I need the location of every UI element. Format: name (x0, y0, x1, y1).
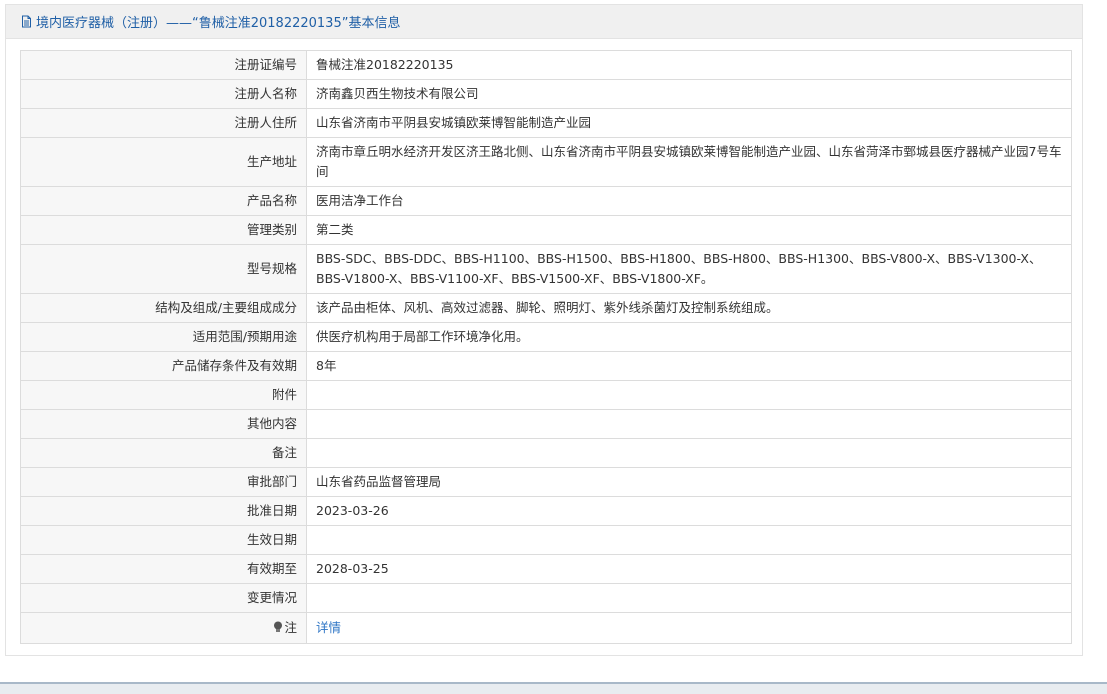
row-value: 医用洁净工作台 (306, 186, 1072, 216)
row-value (306, 438, 1072, 468)
row-value: 济南鑫贝西生物技术有限公司 (306, 79, 1072, 109)
row-value: 2028-03-25 (306, 554, 1072, 584)
table-row: 型号规格 BBS-SDC、BBS-DDC、BBS-H1100、BBS-H1500、… (20, 244, 1072, 294)
table-row: 注册证编号 鲁械注准20182220135 (20, 50, 1072, 80)
table-row: 附件 (20, 380, 1072, 410)
table-row: 注册人住所 山东省济南市平阴县安城镇欧莱博智能制造产业园 (20, 108, 1072, 138)
row-label: 注册人住所 (20, 108, 307, 138)
details-link[interactable]: 详情 (316, 620, 341, 635)
row-label: 生效日期 (20, 525, 307, 555)
row-label: 注册证编号 (20, 50, 307, 80)
table-row: 适用范围/预期用途 供医疗机构用于局部工作环境净化用。 (20, 322, 1072, 352)
row-label: 管理类别 (20, 215, 307, 245)
table-row: 变更情况 (20, 583, 1072, 613)
row-value: BBS-SDC、BBS-DDC、BBS-H1100、BBS-H1500、BBS-… (306, 244, 1072, 294)
note-row: 注 详情 (20, 612, 1072, 644)
row-label: 变更情况 (20, 583, 307, 613)
row-label: 产品储存条件及有效期 (20, 351, 307, 381)
note-value-cell: 详情 (306, 612, 1072, 644)
detail-table: 注册证编号 鲁械注准20182220135 注册人名称 济南鑫贝西生物技术有限公司 注册… (20, 50, 1072, 644)
row-value: 鲁械注准20182220135 (306, 50, 1072, 80)
row-value (306, 583, 1072, 613)
row-value: 供医疗机构用于局部工作环境净化用。 (306, 322, 1072, 352)
row-label: 适用范围/预期用途 (20, 322, 307, 352)
row-label: 备注 (20, 438, 307, 468)
row-label: 审批部门 (20, 467, 307, 497)
row-value: 山东省济南市平阴县安城镇欧莱博智能制造产业园 (306, 108, 1072, 138)
table-row: 生产地址 济南市章丘明水经济开发区济王路北侧、山东省济南市平阴县安城镇欧莱博智能制… (20, 137, 1072, 187)
row-value: 第二类 (306, 215, 1072, 245)
row-label: 生产地址 (20, 137, 307, 187)
detail-table-wrap: 注册证编号 鲁械注准20182220135 注册人名称 济南鑫贝西生物技术有限公司 注册… (20, 50, 1072, 644)
table-row: 备注 (20, 438, 1072, 468)
row-value: 济南市章丘明水经济开发区济王路北侧、山东省济南市平阴县安城镇欧莱博智能制造产业园… (306, 137, 1072, 187)
table-row: 注册人名称 济南鑫贝西生物技术有限公司 (20, 79, 1072, 109)
page-title: 境内医疗器械（注册）——“鲁械注准20182220135”基本信息 (36, 16, 401, 31)
document-icon (20, 15, 33, 28)
row-label: 结构及组成/主要组成成分 (20, 293, 307, 323)
table-row: 产品名称 医用洁净工作台 (20, 186, 1072, 216)
bulb-icon (273, 621, 283, 633)
row-label: 型号规格 (20, 244, 307, 294)
table-row: 管理类别 第二类 (20, 215, 1072, 245)
row-value (306, 409, 1072, 439)
table-row: 审批部门 山东省药品监督管理局 (20, 467, 1072, 497)
bottom-scroll-bar (0, 682, 1107, 694)
table-row: 结构及组成/主要组成成分 该产品由柜体、风机、高效过滤器、脚轮、照明灯、紫外线杀菌… (20, 293, 1072, 323)
row-value (306, 525, 1072, 555)
panel-header: 境内医疗器械（注册）——“鲁械注准20182220135”基本信息 (6, 5, 1082, 39)
table-row: 生效日期 (20, 525, 1072, 555)
note-label: 注 (284, 620, 297, 635)
row-label: 产品名称 (20, 186, 307, 216)
table-row: 产品储存条件及有效期 8年 (20, 351, 1072, 381)
row-label: 其他内容 (20, 409, 307, 439)
row-value: 该产品由柜体、风机、高效过滤器、脚轮、照明灯、紫外线杀菌灯及控制系统组成。 (306, 293, 1072, 323)
row-value: 山东省药品监督管理局 (306, 467, 1072, 497)
note-label-cell: 注 (20, 612, 307, 644)
row-value: 8年 (306, 351, 1072, 381)
info-panel: 境内医疗器械（注册）——“鲁械注准20182220135”基本信息 注册证编号鲁… (5, 4, 1083, 656)
table-row: 有效期至 2028-03-25 (20, 554, 1072, 584)
table-row: 批准日期 2023-03-26 (20, 496, 1072, 526)
row-label: 批准日期 (20, 496, 307, 526)
row-value: 2023-03-26 (306, 496, 1072, 526)
row-label: 附件 (20, 380, 307, 410)
row-label: 注册人名称 (20, 79, 307, 109)
row-label: 有效期至 (20, 554, 307, 584)
row-value (306, 380, 1072, 410)
table-row: 其他内容 (20, 409, 1072, 439)
